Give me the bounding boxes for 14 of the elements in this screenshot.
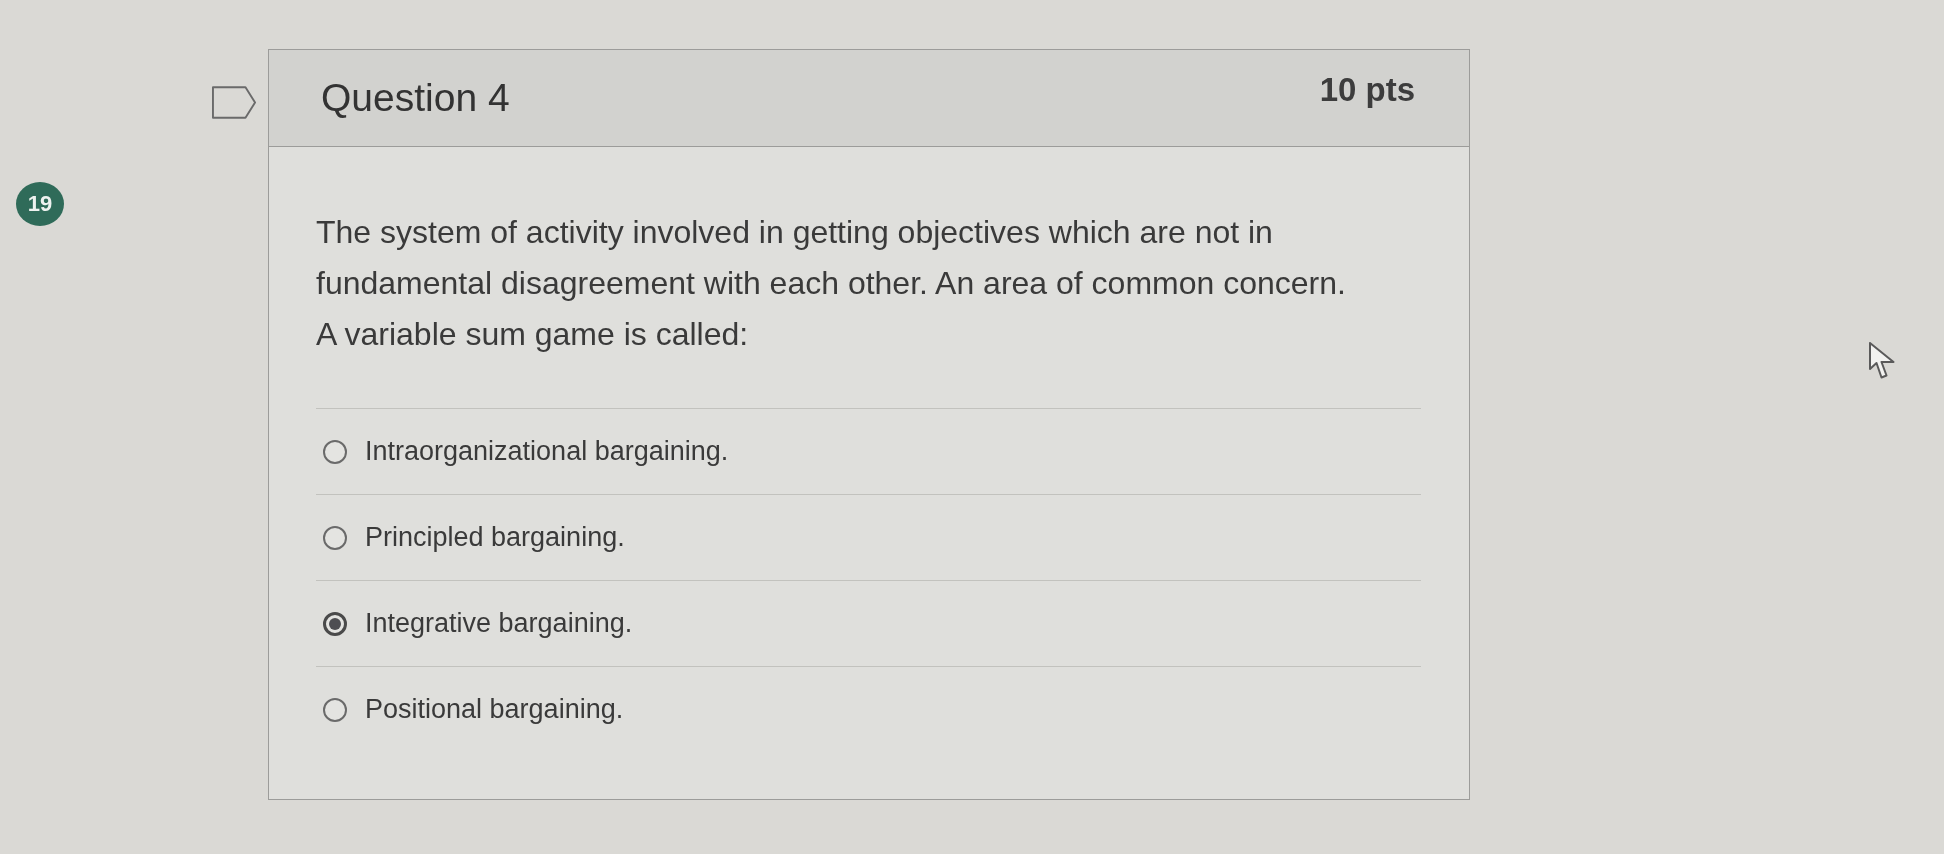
radio-icon[interactable]	[323, 439, 347, 464]
answer-option[interactable]: Principled bargaining.	[323, 522, 625, 553]
number-badge: 19	[16, 182, 64, 226]
question-title: Question 4	[321, 76, 510, 120]
radio-icon[interactable]	[323, 697, 347, 722]
radio-icon[interactable]	[323, 525, 347, 550]
answer-option[interactable]: Integrative bargaining.	[323, 608, 633, 639]
radio-icon[interactable]	[323, 611, 347, 636]
mouse-pointer-icon	[1869, 342, 1895, 379]
answer-option[interactable]: Intraorganizational bargaining.	[323, 436, 729, 467]
points-label: 10 pts	[1319, 71, 1415, 109]
question-text: The system of activity involved in getting objectives which are not in fundamental disagreement with each other. An area of common concern. A variable sum game is called:	[316, 213, 1347, 354]
flag-icon[interactable]	[212, 86, 256, 119]
answer-option[interactable]: Positional bargaining.	[323, 694, 624, 725]
